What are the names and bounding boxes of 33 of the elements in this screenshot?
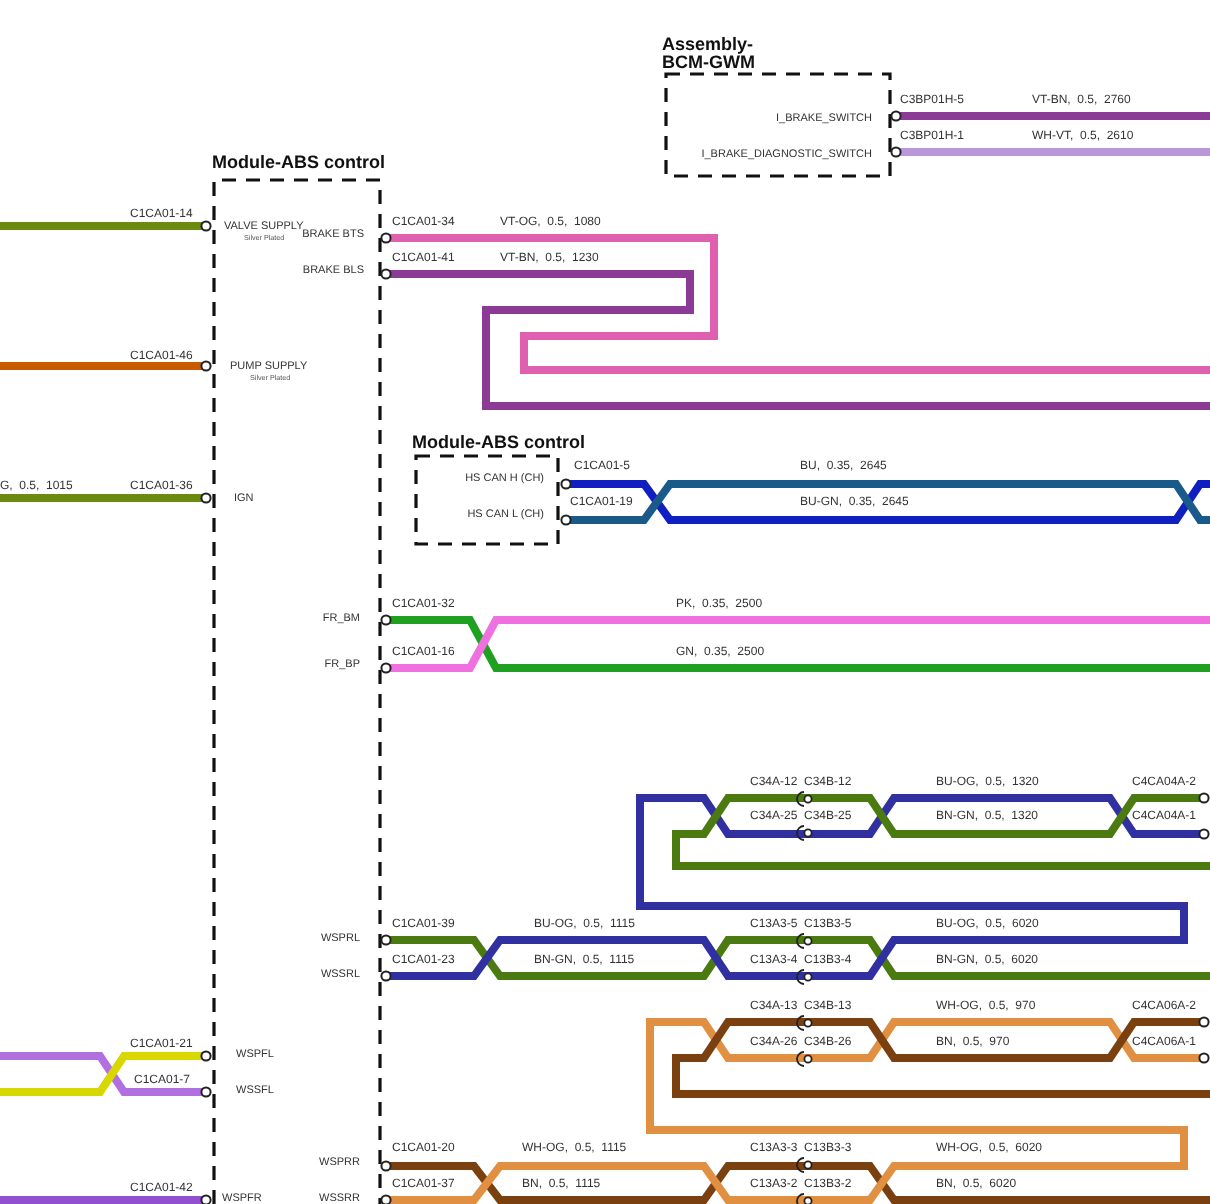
pin-icon <box>380 1160 392 1172</box>
splice-icon <box>796 791 813 807</box>
module-title: Module-ABS control <box>412 432 585 453</box>
pin-icon <box>200 220 212 232</box>
pin-icon <box>380 232 392 244</box>
splice-icon <box>796 1193 813 1204</box>
splice-icon <box>796 933 813 949</box>
pin-icon <box>200 1050 212 1062</box>
pin-icon <box>560 514 572 526</box>
pin-icon <box>200 492 212 504</box>
splice-icon <box>796 969 813 985</box>
module-title: Assembly- BCM-GWM <box>662 34 755 73</box>
pin-icon <box>1198 828 1210 840</box>
pin-icon <box>560 478 572 490</box>
splice-icon <box>796 1051 813 1067</box>
pin-icon <box>1198 1016 1210 1028</box>
pin-icon <box>380 934 392 946</box>
module-title: Module-ABS control <box>212 152 385 173</box>
pin-icon <box>380 1194 392 1204</box>
splice-icon <box>796 825 813 841</box>
splice-icon <box>796 1157 813 1173</box>
pin-icon <box>200 1194 212 1204</box>
pin-icon <box>380 614 392 626</box>
pin-icon <box>890 110 902 122</box>
pin-icon <box>200 360 212 372</box>
pin-icon <box>1198 1052 1210 1064</box>
pin-icon <box>380 662 392 674</box>
pin-icon <box>890 146 902 158</box>
pin-icon <box>380 268 392 280</box>
splice-icon <box>796 1015 813 1031</box>
pin-icon <box>1198 792 1210 804</box>
pin-icon <box>380 970 392 982</box>
pin-icon <box>200 1086 212 1098</box>
